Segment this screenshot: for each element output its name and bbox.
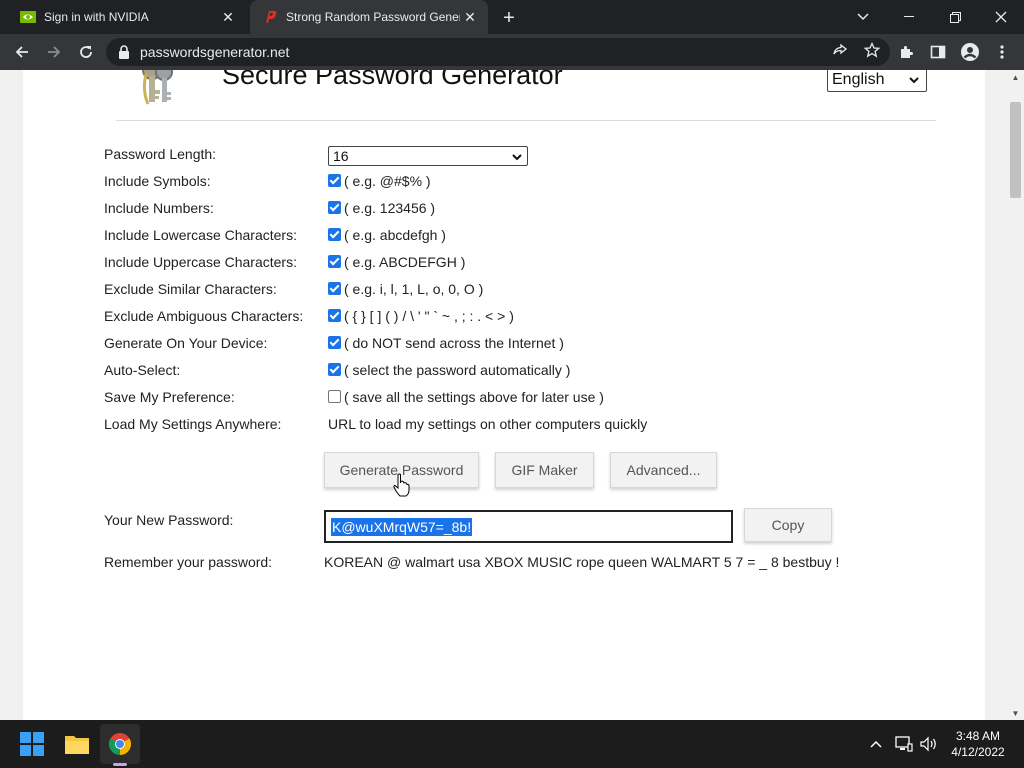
share-icon[interactable] bbox=[832, 42, 848, 63]
tab-title: Sign in with NVIDIA bbox=[44, 10, 149, 24]
include-numbers-checkbox[interactable] bbox=[328, 201, 341, 214]
include-symbols-checkbox[interactable] bbox=[328, 174, 341, 187]
option-label-autoselect: Auto-Select: bbox=[104, 362, 181, 378]
tab-title: Strong Random Password Generator bbox=[286, 10, 460, 24]
copy-button[interactable]: Copy bbox=[744, 508, 832, 542]
option-label-device: Generate On Your Device: bbox=[104, 335, 268, 351]
load-settings-link[interactable]: URL to load my settings on other compute… bbox=[328, 416, 647, 432]
password-length-value: 16 bbox=[333, 148, 349, 164]
scrollbar-thumb[interactable] bbox=[1010, 102, 1021, 198]
page-title: Secure Password Generator bbox=[222, 70, 563, 90]
nvidia-icon bbox=[20, 9, 36, 25]
new-tab-icon[interactable]: + bbox=[498, 7, 520, 29]
new-password-field[interactable]: K@wuXMrqW57=_8b! bbox=[324, 510, 733, 543]
gif-maker-button[interactable]: GIF Maker bbox=[495, 452, 594, 488]
option-desc-similar: ( e.g. i, l, 1, L, o, 0, O ) bbox=[344, 281, 484, 297]
option-label-lowercase: Include Lowercase Characters: bbox=[104, 227, 297, 243]
generate-on-device-checkbox[interactable] bbox=[328, 336, 341, 349]
restore-icon[interactable] bbox=[932, 0, 978, 34]
clock-time: 3:48 AM bbox=[955, 729, 1001, 743]
option-desc-numbers: ( e.g. 123456 ) bbox=[344, 200, 436, 216]
option-label-similar: Exclude Similar Characters: bbox=[104, 281, 277, 297]
back-icon[interactable] bbox=[8, 38, 36, 66]
advanced-button[interactable]: Advanced... bbox=[610, 452, 717, 488]
option-desc-ambiguous: ( { } [ ] ( ) / \ ' " ` ~ , ; : . < > ) bbox=[344, 308, 514, 324]
extensions-icon[interactable] bbox=[892, 38, 920, 66]
close-tab-icon[interactable]: ✕ bbox=[460, 7, 480, 27]
running-indicator bbox=[113, 763, 127, 766]
password-site-icon bbox=[262, 9, 278, 25]
password-value: K@wuXMrqW57=_8b! bbox=[331, 517, 473, 536]
volume-icon[interactable] bbox=[918, 720, 940, 768]
scroll-down-icon[interactable]: ▼ bbox=[1007, 706, 1024, 720]
lock-icon[interactable] bbox=[118, 45, 130, 59]
browser-toolbar: passwordsgenerator.net bbox=[0, 34, 1024, 70]
page-viewport: Secure Password Generator English Passwo… bbox=[0, 70, 1024, 720]
address-bar[interactable]: passwordsgenerator.net bbox=[106, 38, 890, 66]
option-label-symbols: Include Symbols: bbox=[104, 173, 211, 189]
exclude-similar-checkbox[interactable] bbox=[328, 282, 341, 295]
close-window-icon[interactable] bbox=[978, 0, 1024, 34]
page-scrollbar[interactable]: ▲ ▼ bbox=[1007, 70, 1024, 720]
clock-date: 4/12/2022 bbox=[951, 745, 1005, 759]
tray-overflow-icon[interactable] bbox=[866, 720, 886, 768]
save-preference-checkbox[interactable] bbox=[328, 390, 341, 403]
option-label-uppercase: Include Uppercase Characters: bbox=[104, 254, 297, 270]
url-text: passwordsgenerator.net bbox=[140, 44, 290, 60]
windows-start-icon[interactable] bbox=[16, 728, 48, 760]
taskbar: 3:48 AM 4/12/2022 bbox=[0, 720, 1024, 768]
include-lowercase-checkbox[interactable] bbox=[328, 228, 341, 241]
tab-search-icon[interactable] bbox=[840, 0, 886, 34]
option-desc-uppercase: ( e.g. ABCDEFGH ) bbox=[344, 254, 466, 270]
option-desc-symbols: ( e.g. @#$% ) bbox=[344, 173, 431, 189]
side-panel-icon[interactable] bbox=[924, 38, 952, 66]
minimize-icon[interactable] bbox=[886, 0, 932, 34]
forward-icon[interactable] bbox=[40, 38, 68, 66]
option-desc-lowercase: ( e.g. abcdefgh ) bbox=[344, 227, 446, 243]
header-divider bbox=[116, 120, 936, 121]
reload-icon[interactable] bbox=[72, 38, 100, 66]
include-uppercase-checkbox[interactable] bbox=[328, 255, 341, 268]
chrome-icon[interactable] bbox=[104, 728, 136, 760]
tab-nvidia[interactable]: Sign in with NVIDIA ✕ bbox=[8, 0, 246, 34]
bookmark-star-icon[interactable] bbox=[863, 41, 881, 63]
password-length-select[interactable]: 16 bbox=[328, 146, 528, 166]
profile-icon[interactable] bbox=[956, 38, 984, 66]
hand-cursor-icon bbox=[393, 473, 411, 497]
file-explorer-icon[interactable] bbox=[61, 728, 93, 760]
close-tab-icon[interactable]: ✕ bbox=[218, 7, 238, 27]
remember-mnemonic: KOREAN @ walmart usa XBOX MUSIC rope que… bbox=[324, 554, 840, 570]
taskbar-clock[interactable]: 3:48 AM 4/12/2022 bbox=[940, 728, 1016, 760]
load-settings-label: Load My Settings Anywhere: bbox=[104, 416, 282, 432]
option-label-save: Save My Preference: bbox=[104, 389, 235, 405]
network-icon[interactable] bbox=[893, 720, 915, 768]
chevron-down-icon bbox=[511, 150, 523, 166]
option-desc-device: ( do NOT send across the Internet ) bbox=[344, 335, 564, 351]
scroll-up-icon[interactable]: ▲ bbox=[1007, 70, 1024, 84]
option-desc-save: ( save all the settings above for later … bbox=[344, 389, 604, 405]
tab-password-generator[interactable]: Strong Random Password Generator ✕ bbox=[250, 0, 488, 34]
tab-strip: Sign in with NVIDIA ✕ Strong Random Pass… bbox=[0, 0, 1024, 34]
option-label-ambiguous: Exclude Ambiguous Characters: bbox=[104, 308, 304, 324]
remember-label: Remember your password: bbox=[104, 554, 273, 570]
password-length-label: Password Length: bbox=[104, 146, 217, 162]
exclude-ambiguous-checkbox[interactable] bbox=[328, 309, 341, 322]
new-password-label: Your New Password: bbox=[104, 512, 234, 528]
page-content: Secure Password Generator English Passwo… bbox=[23, 70, 985, 720]
auto-select-checkbox[interactable] bbox=[328, 363, 341, 376]
option-label-numbers: Include Numbers: bbox=[104, 200, 214, 216]
chevron-down-icon bbox=[908, 73, 920, 91]
option-desc-autoselect: ( select the password automatically ) bbox=[344, 362, 571, 378]
language-value: English bbox=[832, 71, 885, 88]
language-select[interactable]: English bbox=[827, 70, 927, 92]
keys-logo-icon bbox=[118, 70, 188, 112]
menu-icon[interactable] bbox=[988, 38, 1016, 66]
